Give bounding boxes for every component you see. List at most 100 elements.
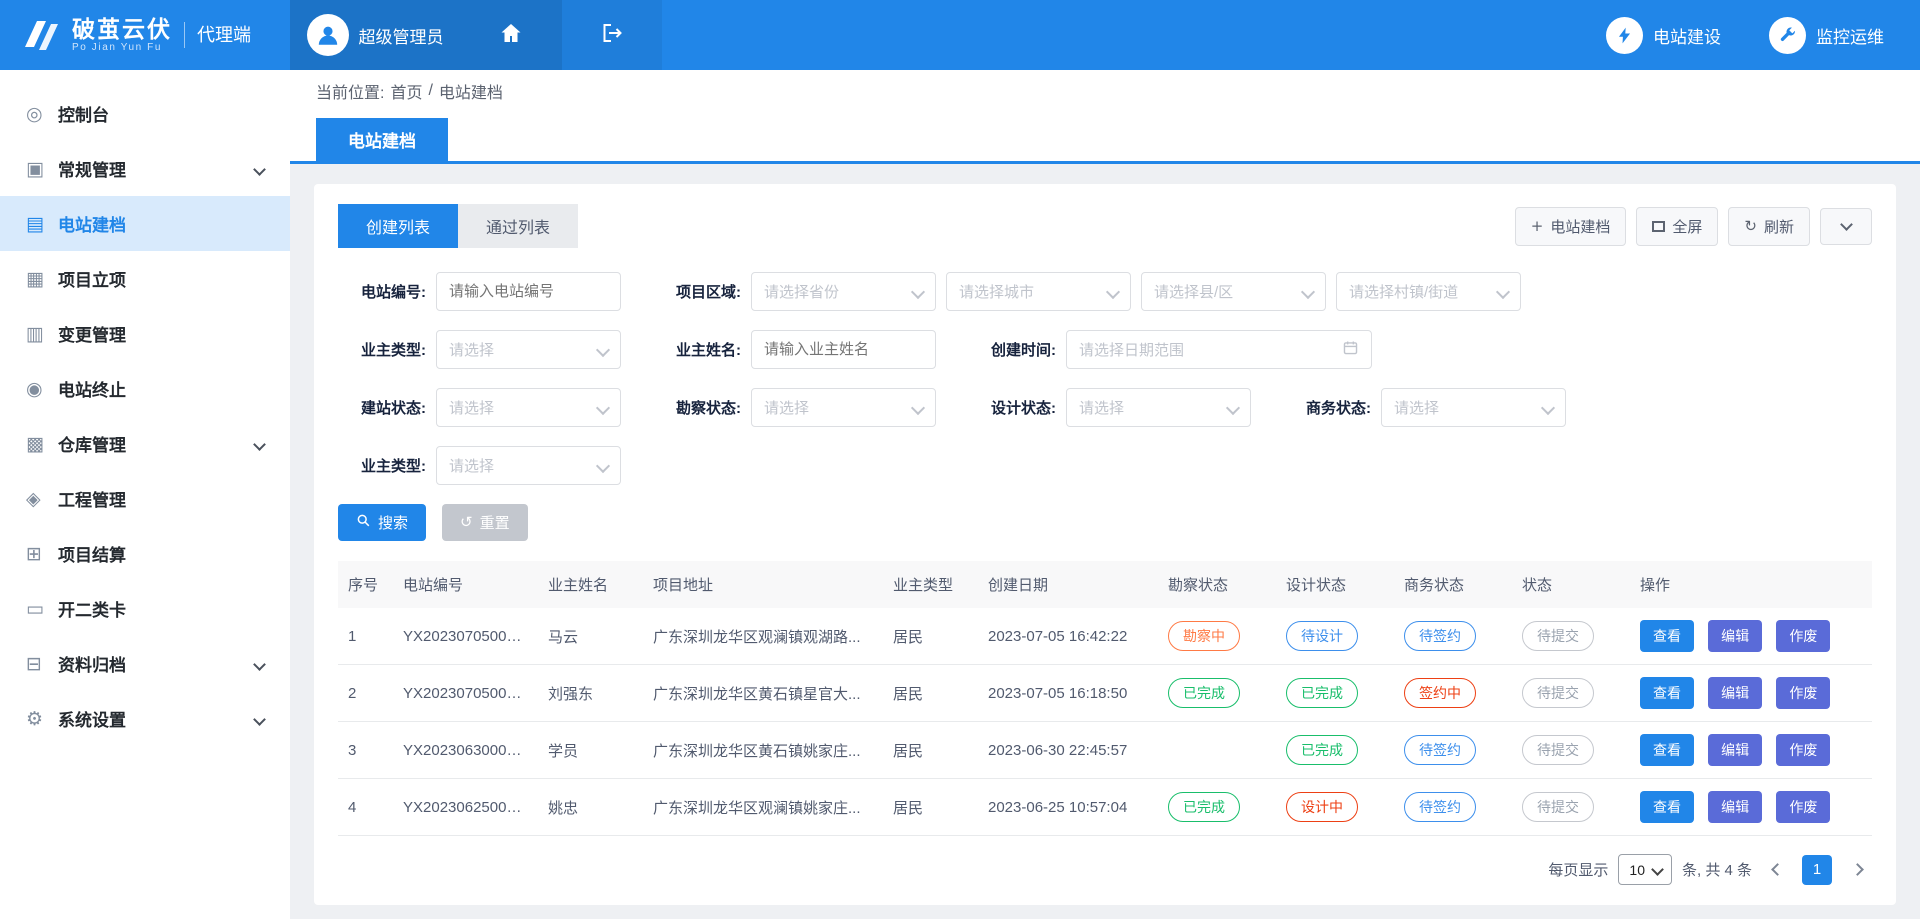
nav-monitoring-ops[interactable]: 监控运维 [1769,17,1884,54]
fullscreen-button[interactable]: 全屏 [1636,207,1718,246]
page-size-select[interactable]: 10 [1618,854,1672,885]
status-badge: 待提交 [1522,621,1594,651]
owner-type-label: 业主类型: [338,339,426,360]
search-icon [356,513,371,532]
chevron-down-icon [1840,218,1853,231]
app-title: 破茧云伏 [72,16,172,42]
refresh-button[interactable]: ↻ 刷新 [1728,207,1810,246]
void-button[interactable]: 作废 [1776,734,1830,766]
edit-button[interactable]: 编辑 [1708,677,1762,709]
sidebar-item-label: 控制台 [58,101,109,126]
design-status-badge: 设计中 [1286,792,1358,822]
home-icon [499,21,523,50]
view-button[interactable]: 查看 [1640,677,1694,709]
sidebar-item-system-settings[interactable]: ⚙ 系统设置 [0,691,290,746]
logo: 破茧云伏 Po Jian Yun Fu 代理端 [0,0,290,70]
portal-label: 代理端 [184,22,251,48]
city-select[interactable]: 请选择城市 [946,272,1131,311]
archive-icon: ⊟ [26,653,58,675]
design-status-select[interactable]: 请选择 [1066,388,1251,427]
col-status: 状态 [1512,561,1630,608]
sidebar-item-class2-card[interactable]: ▭ 开二类卡 [0,581,290,636]
void-button[interactable]: 作废 [1776,791,1830,823]
business-status-label: 商务状态: [1283,397,1371,418]
edit-button[interactable]: 编辑 [1708,734,1762,766]
home-button[interactable] [460,0,562,70]
void-button[interactable]: 作废 [1776,620,1830,652]
chevron-left-icon [1771,863,1784,876]
logout-button[interactable] [562,0,662,70]
reset-icon: ↺ [460,515,473,530]
reset-button[interactable]: ↺ 重置 [442,504,528,541]
tab-create-list[interactable]: 创建列表 [338,204,458,248]
chevron-down-icon [253,658,266,671]
sidebar-item-station-filing[interactable]: ▤ 电站建档 [0,196,290,251]
page-tab-station-filing[interactable]: 电站建档 [316,118,448,161]
void-button[interactable]: 作废 [1776,677,1830,709]
main-content: 当前位置: 首页 / 电站建档 电站建档 创建列表 通过列表 + 电站建档 全 [290,70,1920,919]
prev-page-button[interactable] [1762,855,1792,885]
edit-button[interactable]: 编辑 [1708,791,1762,823]
page-tab-bar: 电站建档 [290,112,1920,164]
sidebar-item-label: 资料归档 [58,651,126,676]
col-operations: 操作 [1630,561,1872,608]
file-icon: ▤ [26,213,58,235]
view-button[interactable]: 查看 [1640,620,1694,652]
build-status-select[interactable]: 请选择 [436,388,621,427]
monitor-icon: ▣ [26,158,58,180]
refresh-icon: ↻ [1744,219,1757,234]
sidebar-item-label: 工程管理 [58,486,126,511]
view-button[interactable]: 查看 [1640,791,1694,823]
town-select[interactable]: 请选择村镇/街道 [1336,272,1521,311]
province-select[interactable]: 请选择省份 [751,272,936,311]
owner-type2-select[interactable]: 请选择 [436,446,621,485]
user-menu[interactable]: 超级管理员 [290,0,460,70]
table-header-row: 序号 电站编号 业主姓名 项目地址 业主类型 创建日期 勘察状态 设计状态 商务… [338,561,1872,608]
sidebar-item-label: 系统设置 [58,706,126,731]
table-row: 4 YX2023062500004 姚忠 广东深圳龙华区观澜镇姚家庄... 居民… [338,779,1872,836]
warehouse-icon: ▩ [26,433,58,455]
sidebar-item-project-settlement[interactable]: ⊞ 项目结算 [0,526,290,581]
col-survey-status: 勘察状态 [1158,561,1276,608]
sidebar-item-warehouse-management[interactable]: ▩ 仓库管理 [0,416,290,471]
app-subtitle: Po Jian Yun Fu [72,42,172,54]
owner-type-select[interactable]: 请选择 [436,330,621,369]
user-name: 超级管理员 [359,23,444,48]
search-button[interactable]: 搜索 [338,504,426,541]
business-status-select[interactable]: 请选择 [1381,388,1566,427]
edit-button[interactable]: 编辑 [1708,620,1762,652]
survey-status-select[interactable]: 请选择 [751,388,936,427]
county-select[interactable]: 请选择县/区 [1141,272,1326,311]
sidebar-item-change-management[interactable]: ▥ 变更管理 [0,306,290,361]
sidebar-item-engineering-management[interactable]: ◈ 工程管理 [0,471,290,526]
table-row: 2 YX2023070500010 刘强东 广东深圳龙华区黄石镇星官大... 居… [338,665,1872,722]
breadcrumb-home-link[interactable]: 首页 [390,79,422,103]
view-button[interactable]: 查看 [1640,734,1694,766]
collapse-toolbar-button[interactable] [1820,208,1872,245]
date-range-input[interactable]: 请选择日期范围 [1066,330,1372,369]
sidebar-item-project-initiation[interactable]: ▦ 项目立项 [0,251,290,306]
logout-icon [600,21,624,50]
filter-form: 电站编号: 项目区域: 请选择省份 请选择城市 请选择县/区 请选择村镇/街道 [338,272,1872,485]
nav-monitoring-ops-label: 监控运维 [1816,23,1884,48]
table-row: 1 YX2023070500011 马云 广东深圳龙华区观澜镇观湖路... 居民… [338,608,1872,665]
tab-passed-list[interactable]: 通过列表 [458,204,578,248]
page-number-button[interactable]: 1 [1802,855,1832,885]
sidebar-item-general-management[interactable]: ▣ 常规管理 [0,141,290,196]
nav-station-construction[interactable]: 电站建设 [1606,17,1721,54]
create-station-button[interactable]: + 电站建档 [1515,207,1627,246]
station-no-input[interactable] [436,272,621,311]
col-address: 项目地址 [643,561,883,608]
briefcase-icon: ▦ [26,268,58,290]
sidebar-item-console[interactable]: ◎ 控制台 [0,86,290,141]
sidebar: ◎ 控制台 ▣ 常规管理 ▤ 电站建档 ▦ 项目立项 ▥ 变更管理 ◉ 电站终止… [0,70,290,919]
lightning-icon [1606,17,1643,54]
sidebar-item-data-archiving[interactable]: ⊟ 资料归档 [0,636,290,691]
business-status-badge: 签约中 [1404,678,1476,708]
owner-name-input[interactable] [751,330,936,369]
design-status-badge: 已完成 [1286,735,1358,765]
design-status-label: 设计状态: [968,397,1056,418]
next-page-button[interactable] [1842,855,1872,885]
region-label: 项目区域: [653,281,741,302]
sidebar-item-station-termination[interactable]: ◉ 电站终止 [0,361,290,416]
